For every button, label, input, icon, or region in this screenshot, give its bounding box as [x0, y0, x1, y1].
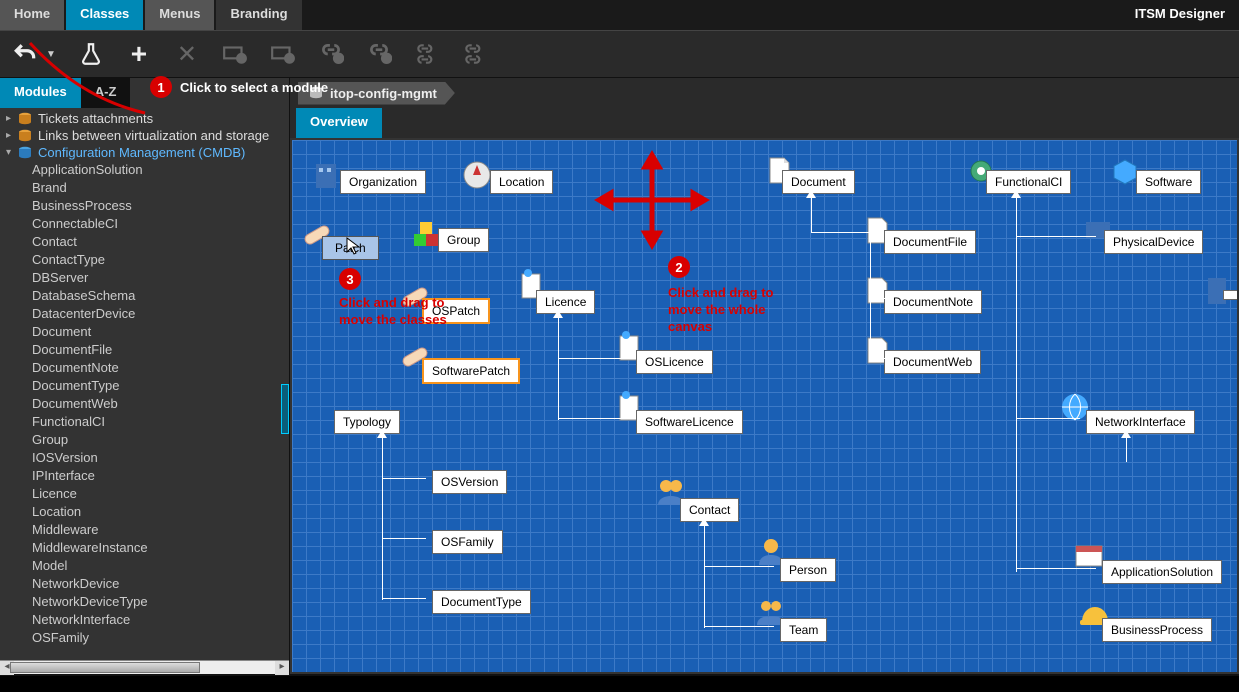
- class-businessprocess[interactable]: BusinessProcess: [6, 197, 289, 215]
- side-tab-modules[interactable]: Modules: [0, 78, 81, 108]
- class-licence[interactable]: Licence: [6, 485, 289, 503]
- class-documentweb[interactable]: DocumentWeb: [6, 395, 289, 413]
- node-physicaldevice[interactable]: PhysicalDevice: [1104, 230, 1203, 254]
- node-partial[interactable]: [1223, 290, 1239, 300]
- node-osfamily[interactable]: OSFamily: [432, 530, 503, 554]
- tab-branding[interactable]: Branding: [216, 0, 301, 30]
- node-documentweb[interactable]: DocumentWeb: [884, 350, 981, 374]
- class-ipinterface[interactable]: IPInterface: [6, 467, 289, 485]
- class-functionalci[interactable]: FunctionalCI: [6, 413, 289, 431]
- hint-1: 1 Click to select a module: [150, 76, 328, 98]
- class-model[interactable]: Model: [6, 557, 289, 575]
- app-title: ITSM Designer: [1121, 0, 1239, 30]
- module-tickets-attachments[interactable]: ▸Tickets attachments: [6, 110, 289, 127]
- node-documenttype[interactable]: DocumentType: [432, 590, 531, 614]
- class-location[interactable]: Location: [6, 503, 289, 521]
- class-dbserver[interactable]: DBServer: [6, 269, 289, 287]
- class-brand[interactable]: Brand: [6, 179, 289, 197]
- hint-badge-1: 1: [150, 76, 172, 98]
- top-navbar: Home Classes Menus Branding ITSM Designe…: [0, 0, 1239, 30]
- module-links-virt-storage[interactable]: ▸Links between virtualization and storag…: [6, 127, 289, 144]
- hint-2: 2 Click and drag to move the whole canva…: [668, 256, 798, 335]
- tab-classes[interactable]: Classes: [66, 0, 143, 30]
- toolbar: ▼ + ✕ + ×: [0, 30, 1239, 78]
- node-person[interactable]: Person: [780, 558, 836, 582]
- svg-text:+: +: [239, 55, 244, 64]
- breadcrumb: itop-config-mgmt: [290, 78, 1239, 108]
- node-oslicence[interactable]: OSLicence: [636, 350, 713, 374]
- link-remove-icon: [366, 41, 392, 67]
- node-licence[interactable]: Licence: [536, 290, 595, 314]
- svg-text:×: ×: [287, 55, 291, 64]
- class-document[interactable]: Document: [6, 323, 289, 341]
- close-icon: ✕: [174, 41, 200, 67]
- sidebar: Modules A-Z ▸Tickets attachments ▸Links …: [0, 78, 290, 674]
- compass-icon: [460, 158, 494, 192]
- module-cmdb[interactable]: ▾Configuration Management (CMDB): [6, 144, 289, 161]
- class-networkinterface[interactable]: NetworkInterface: [6, 611, 289, 629]
- node-software[interactable]: Software: [1136, 170, 1201, 194]
- flask-icon[interactable]: [78, 41, 104, 67]
- sidebar-tree[interactable]: ▸Tickets attachments ▸Links between virt…: [0, 108, 289, 660]
- node-documentnote[interactable]: DocumentNote: [884, 290, 982, 314]
- class-group[interactable]: Group: [6, 431, 289, 449]
- class-datacenterdevice[interactable]: DatacenterDevice: [6, 305, 289, 323]
- node-applicationsolution[interactable]: ApplicationSolution: [1102, 560, 1222, 584]
- rect-remove-icon: ×: [270, 41, 296, 67]
- node-softwarepatch[interactable]: SoftwarePatch: [422, 358, 520, 384]
- tab-home[interactable]: Home: [0, 0, 64, 30]
- class-applicationsolution[interactable]: ApplicationSolution: [6, 161, 289, 179]
- hint-text-1: Click to select a module: [180, 80, 328, 95]
- node-document[interactable]: Document: [782, 170, 855, 194]
- node-documentfile[interactable]: DocumentFile: [884, 230, 976, 254]
- class-middlewareinstance[interactable]: MiddlewareInstance: [6, 539, 289, 557]
- links-remove-icon: [462, 41, 488, 67]
- canvas-tab-overview[interactable]: Overview: [296, 108, 382, 138]
- dropdown-caret-icon[interactable]: ▼: [46, 49, 56, 60]
- building-icon: [310, 158, 344, 192]
- class-documentnote[interactable]: DocumentNote: [6, 359, 289, 377]
- node-organization[interactable]: Organization: [340, 170, 426, 194]
- canvas[interactable]: Organization Location Document Functiona…: [290, 138, 1239, 674]
- node-functionalci[interactable]: FunctionalCI: [986, 170, 1071, 194]
- node-contact[interactable]: Contact: [680, 498, 739, 522]
- node-location[interactable]: Location: [490, 170, 553, 194]
- rect-add-icon: +: [222, 41, 248, 67]
- class-connectableci[interactable]: ConnectableCI: [6, 215, 289, 233]
- link-add-icon: [318, 41, 344, 67]
- tab-menus[interactable]: Menus: [145, 0, 214, 30]
- add-icon[interactable]: +: [126, 41, 152, 67]
- class-contacttype[interactable]: ContactType: [6, 251, 289, 269]
- cursor-icon: [346, 237, 360, 255]
- side-tab-az[interactable]: A-Z: [81, 78, 131, 108]
- node-softwarelicence[interactable]: SoftwareLicence: [636, 410, 743, 434]
- class-contact[interactable]: Contact: [6, 233, 289, 251]
- class-documentfile[interactable]: DocumentFile: [6, 341, 289, 359]
- node-networkinterface[interactable]: NetworkInterface: [1086, 410, 1195, 434]
- hint-3: 3 Click and drag to move the classes: [339, 268, 459, 328]
- class-osfamily[interactable]: OSFamily: [6, 629, 289, 647]
- links-add-icon: [414, 41, 440, 67]
- class-documenttype[interactable]: DocumentType: [6, 377, 289, 395]
- class-middleware[interactable]: Middleware: [6, 521, 289, 539]
- class-databaseschema[interactable]: DatabaseSchema: [6, 287, 289, 305]
- node-group[interactable]: Group: [438, 228, 489, 252]
- class-networkdevicetype[interactable]: NetworkDeviceType: [6, 593, 289, 611]
- undo-icon[interactable]: [12, 41, 38, 67]
- class-iosversion[interactable]: IOSVersion: [6, 449, 289, 467]
- node-team[interactable]: Team: [780, 618, 827, 642]
- node-businessprocess[interactable]: BusinessProcess: [1102, 618, 1212, 642]
- node-osversion[interactable]: OSVersion: [432, 470, 507, 494]
- sidebar-hscrollbar[interactable]: ◂▸: [0, 660, 289, 674]
- node-typology[interactable]: Typology: [334, 410, 400, 434]
- class-networkdevice[interactable]: NetworkDevice: [6, 575, 289, 593]
- move-arrows-icon: [592, 150, 712, 250]
- sidebar-resize-handle[interactable]: [281, 384, 289, 434]
